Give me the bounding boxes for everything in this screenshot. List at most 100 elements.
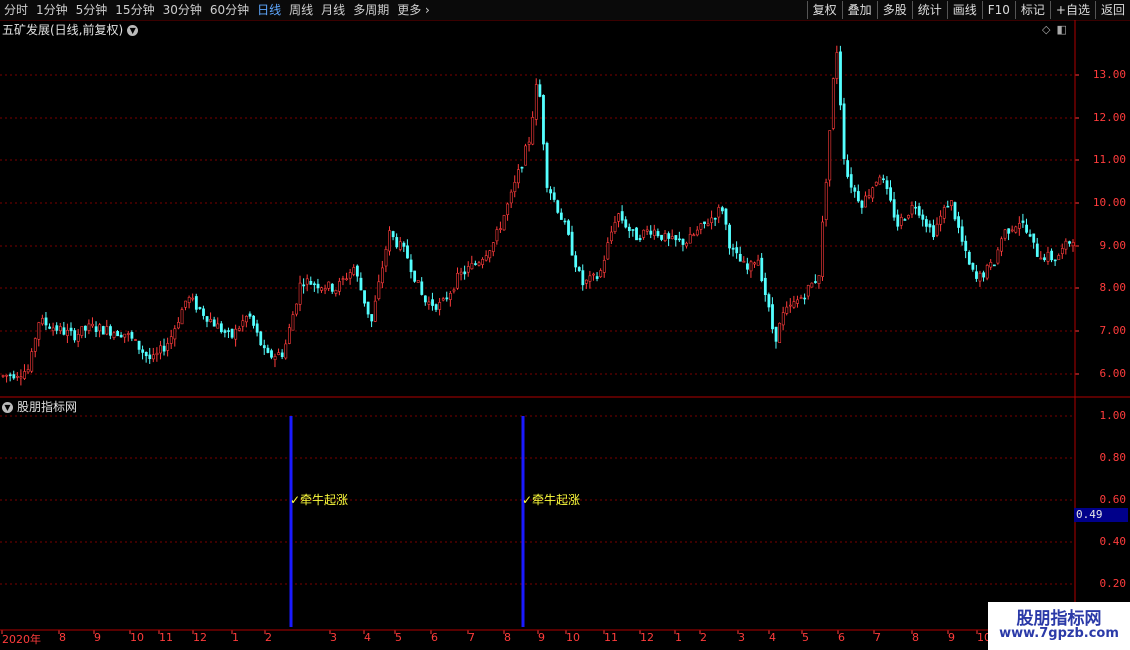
date-tick-label: 3 — [738, 631, 745, 644]
candlestick — [431, 292, 434, 311]
candle-body — [398, 241, 402, 250]
candle-body — [1, 375, 5, 377]
candlestick — [341, 275, 345, 286]
candlestick — [746, 257, 749, 275]
candlestick — [1000, 236, 1003, 257]
candlestick — [792, 295, 796, 309]
candle-body — [284, 343, 288, 359]
candlestick — [788, 298, 792, 313]
indicator-tick-label: 0.40 — [1099, 535, 1127, 548]
candle-body — [527, 141, 531, 145]
candlestick — [287, 323, 291, 345]
candlestick — [348, 268, 352, 285]
candle-body — [456, 273, 459, 289]
candlestick — [720, 205, 724, 215]
candle-body — [1046, 251, 1050, 262]
candle-body — [720, 207, 724, 212]
indicator-tick-label: 0.20 — [1099, 577, 1127, 590]
candle-body — [5, 374, 9, 377]
candle-body — [552, 192, 556, 200]
candlestick — [223, 328, 227, 338]
indicator-title: ▼ 股朋指标网 — [2, 399, 77, 415]
candlestick — [688, 226, 692, 244]
candle-body — [545, 142, 549, 188]
candle-body — [248, 313, 252, 317]
candle-body — [624, 219, 628, 228]
date-tick-label: 8 — [912, 631, 919, 644]
candle-body — [853, 187, 857, 192]
price-tick-label: 6.00 — [1099, 367, 1127, 380]
candle-body — [821, 221, 824, 277]
candlestick — [556, 199, 560, 214]
candle-body — [513, 182, 517, 193]
price-tick-label: 7.00 — [1099, 324, 1127, 337]
candlestick — [51, 322, 55, 336]
candlestick — [463, 265, 467, 280]
candle-body — [370, 314, 374, 322]
candle-body — [577, 267, 581, 271]
chevron-down-icon[interactable]: ▼ — [2, 401, 13, 413]
candlestick — [409, 254, 413, 279]
candlestick — [960, 219, 964, 246]
candlestick — [112, 331, 116, 340]
candlestick — [917, 202, 921, 219]
candle-body — [1068, 241, 1071, 244]
candlestick — [606, 237, 610, 261]
candle-body — [1064, 240, 1068, 250]
candlestick — [896, 209, 900, 231]
candle-body — [302, 284, 306, 287]
candle-body — [1010, 229, 1014, 232]
candle-body — [202, 308, 205, 316]
candlestick — [416, 280, 420, 283]
candlestick — [592, 272, 595, 281]
candle-body — [474, 263, 477, 265]
candle-body — [678, 238, 681, 241]
kline-chart[interactable] — [0, 0, 1130, 650]
candle-body — [882, 178, 885, 181]
candle-body — [817, 275, 821, 284]
candle-body — [26, 369, 30, 373]
candlestick — [520, 166, 524, 173]
candle-body — [373, 300, 377, 322]
candle-body — [556, 200, 560, 213]
watermark: 股朋指标网 www.7gpzb.com — [988, 602, 1130, 650]
candlestick — [1046, 246, 1050, 265]
date-tick-label: 10 — [566, 631, 580, 644]
candle-body — [613, 222, 617, 232]
candle-body — [355, 265, 359, 277]
candlestick — [989, 259, 993, 271]
candlestick — [295, 303, 298, 317]
date-tick-label: 4 — [769, 631, 776, 644]
candle-body — [23, 371, 26, 379]
candlestick — [152, 347, 155, 363]
candlestick — [384, 246, 388, 273]
candle-body — [939, 215, 943, 225]
candle-body — [438, 302, 442, 310]
price-tick-label: 11.00 — [1092, 153, 1126, 166]
candlestick — [345, 272, 349, 281]
candle-body — [567, 220, 570, 235]
price-tick-label: 13.00 — [1092, 68, 1126, 81]
candle-body — [713, 217, 717, 220]
candlestick — [871, 186, 875, 202]
candlestick — [653, 224, 656, 240]
candle-body — [670, 236, 674, 239]
price-tick-label: 8.00 — [1099, 281, 1127, 294]
candlestick — [499, 221, 502, 233]
candlestick — [449, 290, 452, 307]
candle-body — [1039, 257, 1043, 260]
candle-body — [491, 242, 495, 252]
candlestick — [316, 278, 320, 294]
candlestick — [194, 293, 198, 313]
candlestick — [985, 263, 989, 281]
candlestick — [710, 210, 714, 230]
candlestick — [119, 332, 123, 338]
candlestick — [602, 255, 606, 278]
candlestick — [255, 319, 259, 337]
candle-body — [262, 345, 266, 349]
candle-body — [16, 376, 19, 378]
candle-body — [152, 354, 155, 360]
candle-body — [391, 231, 395, 238]
candlestick — [1032, 233, 1036, 249]
candlestick — [545, 141, 549, 193]
